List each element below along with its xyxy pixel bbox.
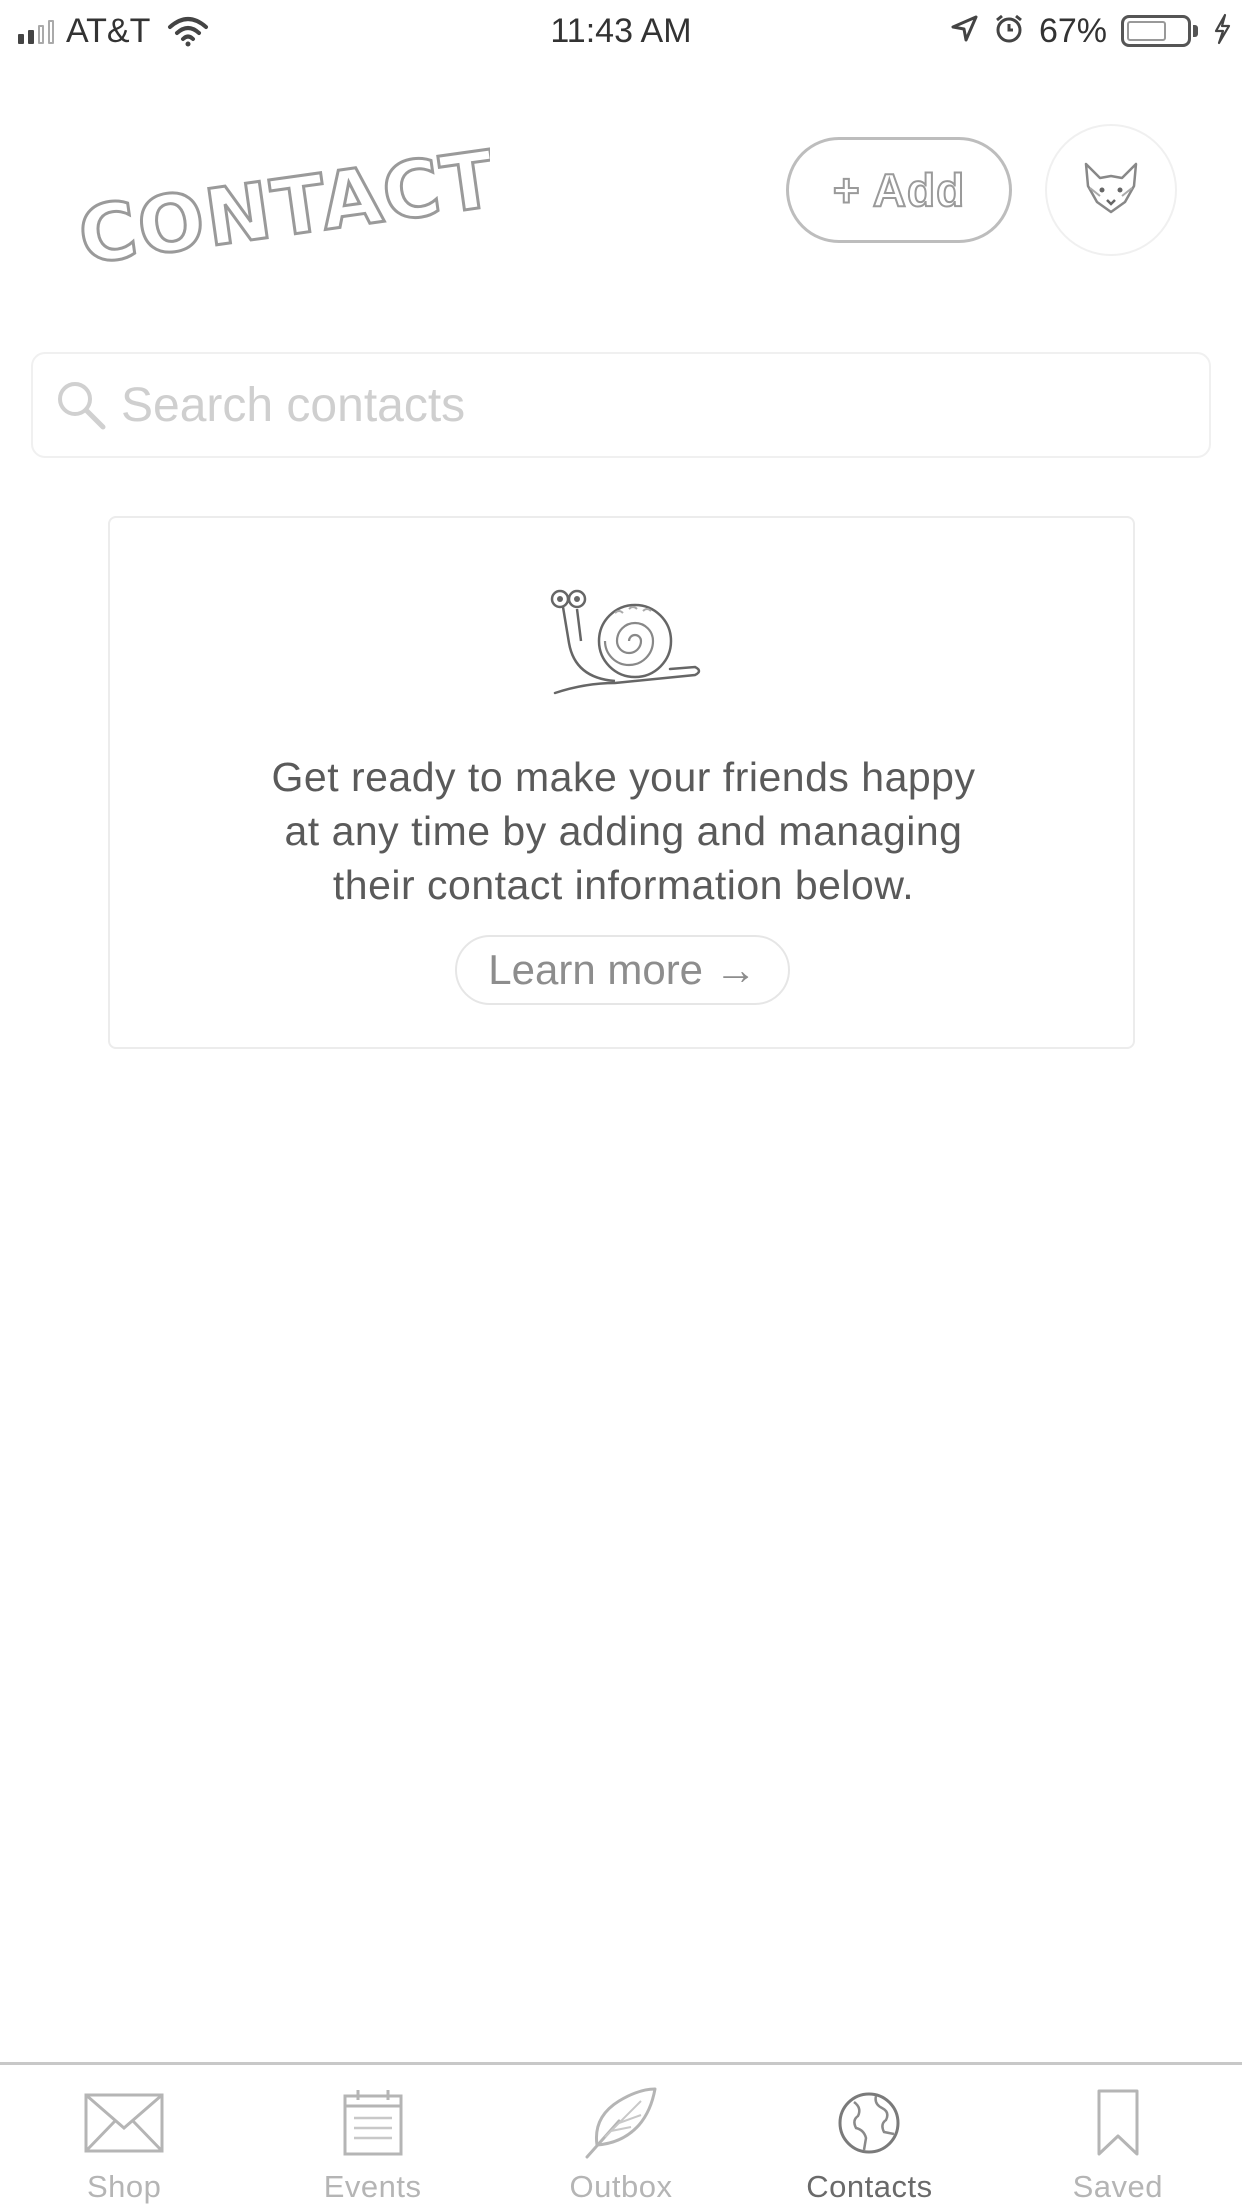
tab-events[interactable]: Events [248,2065,496,2208]
battery-tip [1193,25,1198,37]
tab-label: Shop [87,2169,162,2204]
tab-label: Contacts [806,2169,933,2204]
status-right: 67% [949,10,1232,52]
charging-bolt-icon [1212,13,1232,50]
page-title-text: CONTACTS [73,127,490,282]
calendar-icon [328,2087,418,2159]
bookmark-icon [1073,2087,1163,2159]
battery-percent: 67% [1038,11,1107,50]
page-title: CONTACTS [70,112,562,284]
tab-outbox[interactable]: Outbox [497,2065,745,2208]
tab-saved[interactable]: Saved [994,2065,1242,2208]
empty-state-message: Get ready to make your friends happy at … [110,750,1137,912]
search-bar[interactable] [31,352,1211,458]
location-arrow-icon [949,14,979,49]
feather-icon [576,2087,666,2159]
empty-state-line: at any time by adding and managing [284,808,963,854]
empty-state-card: Get ready to make your friends happy at … [108,516,1135,1049]
learn-more-button[interactable]: Learn more → [455,935,790,1005]
tab-shop[interactable]: Shop [0,2065,248,2208]
battery-level [1127,21,1166,41]
tab-label: Saved [1072,2169,1164,2204]
tab-bar: Shop Events Outbox Contacts Saved [0,2062,1242,2208]
alarm-clock-icon [993,13,1025,50]
globe-icon [824,2087,914,2159]
status-bar: AT&T 11:43 AM 67% [0,0,1242,62]
tab-label: Outbox [569,2169,673,2204]
search-input[interactable] [121,377,1181,433]
profile-avatar[interactable] [1045,124,1177,256]
snail-icon [550,589,701,695]
fox-icon [1080,160,1142,221]
search-icon [58,382,106,430]
tab-contacts[interactable]: Contacts [745,2065,993,2208]
battery-icon [1121,15,1191,47]
empty-state-line: Get ready to make your friends happy [271,754,976,800]
tab-label: Events [323,2169,422,2204]
empty-state-line: their contact information below. [332,862,915,908]
envelope-icon [79,2087,169,2159]
add-contact-button[interactable]: + Add [786,137,1012,243]
